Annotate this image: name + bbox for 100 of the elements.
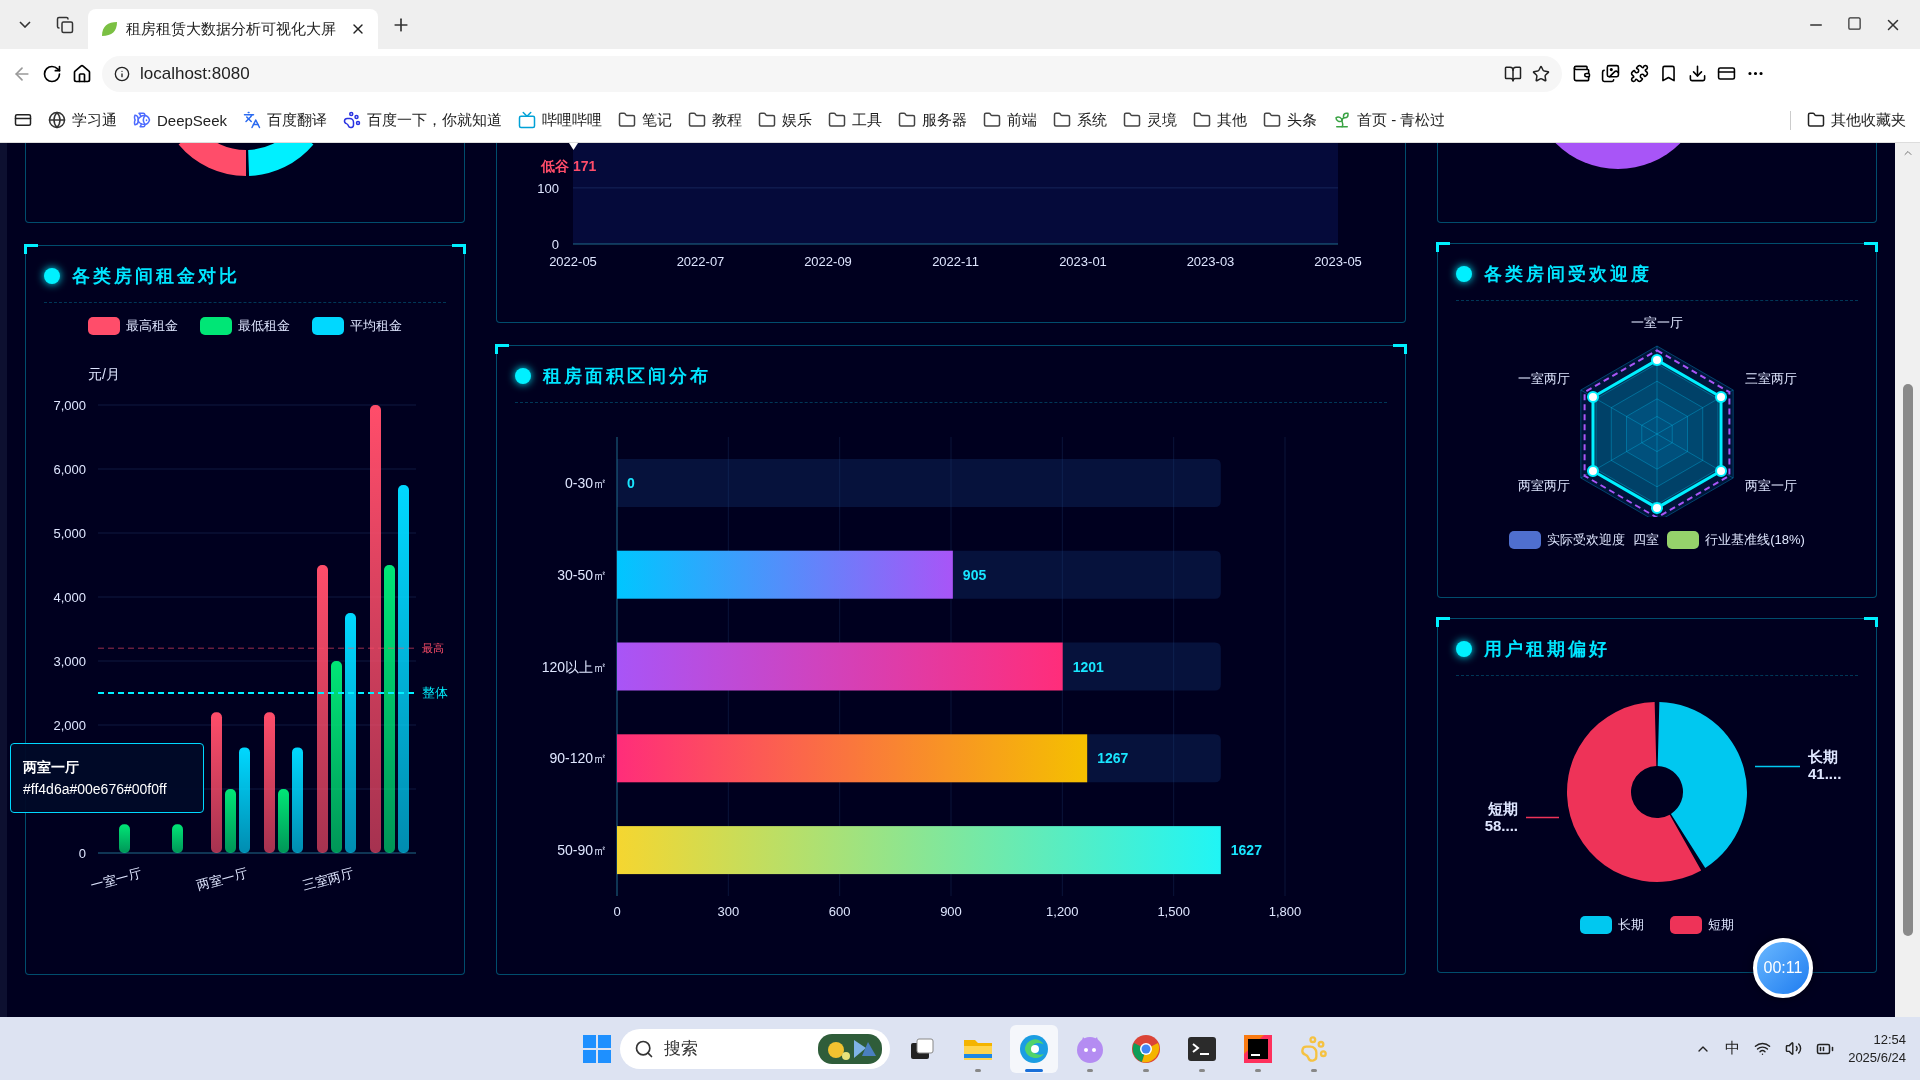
bookmark-link[interactable]: 教程 <box>688 110 743 130</box>
running-indicator <box>1087 1068 1093 1072</box>
legend-item[interactable]: 长期 <box>1580 916 1644 934</box>
axis-label: 900 <box>940 904 962 919</box>
radar-point[interactable] <box>1715 464 1727 477</box>
folder-icon <box>828 111 847 129</box>
folder-icon <box>983 111 1002 129</box>
scrollbar[interactable] <box>1895 143 1920 1017</box>
mark-line-label: 整体 <box>422 685 448 700</box>
card-icon[interactable] <box>1717 64 1736 83</box>
bookmark-link[interactable]: 工具 <box>828 110 883 130</box>
axis-label: 6,000 <box>53 462 86 477</box>
reload-icon[interactable] <box>42 63 62 84</box>
axis-label: 1,200 <box>1046 904 1079 919</box>
axis-label: 一室一厅 <box>89 865 144 894</box>
bookmark-link[interactable]: DeepSeek <box>133 111 228 129</box>
legend-item[interactable]: 行业基准线(18%) <box>1667 531 1805 549</box>
legend-item[interactable]: 最高租金 <box>88 317 178 335</box>
wallet-icon[interactable] <box>1572 64 1591 83</box>
favorites-icon[interactable] <box>1659 64 1678 83</box>
corner-bracket <box>1864 242 1878 252</box>
bookmark-link[interactable]: 百度一下，你就知道 <box>343 110 503 130</box>
title-dot-icon <box>515 368 531 384</box>
bookmark-link[interactable]: 笔记 <box>618 110 673 130</box>
chevron-down-icon <box>19 21 31 28</box>
corner-bracket <box>452 244 466 254</box>
search-field[interactable]: 搜索 <box>620 1028 890 1069</box>
sidebar-icon[interactable] <box>14 111 32 129</box>
folder-icon <box>898 111 917 129</box>
radar-point[interactable] <box>1715 391 1727 404</box>
bookmark-link[interactable]: 学习通 <box>48 110 117 130</box>
home-icon[interactable] <box>72 63 92 84</box>
bookmark-link[interactable]: 其他 <box>1193 110 1248 130</box>
chart-annotation: 低谷 171 <box>541 158 597 174</box>
legend-item[interactable]: 短期 <box>1670 916 1734 934</box>
maximize-icon[interactable] <box>1847 15 1862 31</box>
chart-bar[interactable] <box>225 789 236 853</box>
ime-indicator[interactable]: 中 <box>1725 1039 1741 1058</box>
paw-icon <box>1300 1034 1328 1063</box>
chart-bar[interactable] <box>119 824 130 853</box>
corner-bracket <box>24 244 38 254</box>
radar-point[interactable] <box>1651 501 1663 514</box>
chart-bar[interactable] <box>292 747 303 853</box>
whale-icon <box>133 111 151 129</box>
folder-icon <box>1807 111 1825 129</box>
folder-icon <box>1053 111 1072 129</box>
legend-item[interactable]: 最低租金 <box>200 317 290 335</box>
bookmark-link[interactable]: 灵境 <box>1123 110 1178 130</box>
chart-bar[interactable] <box>617 826 1221 875</box>
reader-icon[interactable] <box>1504 64 1522 83</box>
tooltip-title: 两室一厅 <box>23 758 80 777</box>
chart-bar[interactable] <box>617 550 953 599</box>
running-indicator <box>1025 1068 1043 1072</box>
axis-label: 2022-11 <box>932 254 979 269</box>
images-icon[interactable] <box>1601 64 1620 83</box>
clock[interactable]: 12:54 2025/6/24 <box>1848 1030 1906 1067</box>
scroll-thumb[interactable] <box>1902 384 1913 936</box>
address-field[interactable]: localhost:8080 <box>102 55 1562 92</box>
volume-icon[interactable] <box>1785 1040 1803 1057</box>
chart-bar[interactable] <box>172 824 183 853</box>
bookmark-link[interactable]: 系统 <box>1053 110 1108 130</box>
axis-label: 1,800 <box>1268 904 1302 919</box>
corner-bracket <box>1436 242 1450 252</box>
bookmark-link[interactable]: 百度翻译 <box>243 110 328 130</box>
slice-label: 长期 <box>1808 748 1838 766</box>
download-icon[interactable] <box>1688 64 1707 83</box>
axis-label: 2022-09 <box>804 254 852 269</box>
bookmark-link[interactable]: 哔哩哔哩 <box>518 110 603 130</box>
axis-label: 2,000 <box>53 718 86 733</box>
axis-label: 90-120㎡ <box>549 750 607 767</box>
chart-bar[interactable] <box>239 747 250 853</box>
chrome-icon <box>1131 1033 1161 1064</box>
axis-label: 600 <box>828 904 851 919</box>
radar-point[interactable] <box>1587 464 1599 477</box>
axis-label: 0 <box>551 237 559 252</box>
pie-slice[interactable] <box>1657 702 1747 868</box>
axis-label: 100 <box>537 180 559 196</box>
legend-item[interactable]: 实际受欢迎度 <box>1509 531 1626 549</box>
bookmark-link[interactable]: 娱乐 <box>758 110 813 130</box>
running-indicator <box>1311 1068 1317 1072</box>
bookmark-link[interactable]: 服务器 <box>898 110 968 130</box>
folder-icon <box>1263 111 1282 129</box>
bookmark-link[interactable]: 首页 - 青松过 <box>1333 110 1446 130</box>
star-icon[interactable] <box>1532 64 1550 83</box>
pie-slice[interactable] <box>1567 702 1702 882</box>
start-icon[interactable] <box>582 1033 612 1064</box>
bookmark-link[interactable]: 前端 <box>983 110 1038 130</box>
bookmark-link[interactable]: 其他收藏夹 <box>1790 110 1906 130</box>
wifi-icon[interactable] <box>1754 1040 1772 1057</box>
radar-point[interactable] <box>1651 354 1663 367</box>
chart-bar[interactable] <box>278 789 289 853</box>
legend-item[interactable]: 平均租金 <box>312 317 402 335</box>
ide-icon <box>1243 1033 1273 1064</box>
tooltip-text: #ff4d6a#00e676#00f0ff <box>23 780 168 799</box>
panel-title: 各类房间受欢迎度 <box>1484 263 1652 286</box>
bookmark-link[interactable]: 头条 <box>1263 110 1318 130</box>
browser-tab[interactable]: 租房租赁大数据分析可视化大屏 <box>88 9 378 49</box>
extensions-icon[interactable] <box>1630 64 1649 83</box>
chart-bar[interactable] <box>617 734 1088 783</box>
radar-point[interactable] <box>1587 391 1599 404</box>
